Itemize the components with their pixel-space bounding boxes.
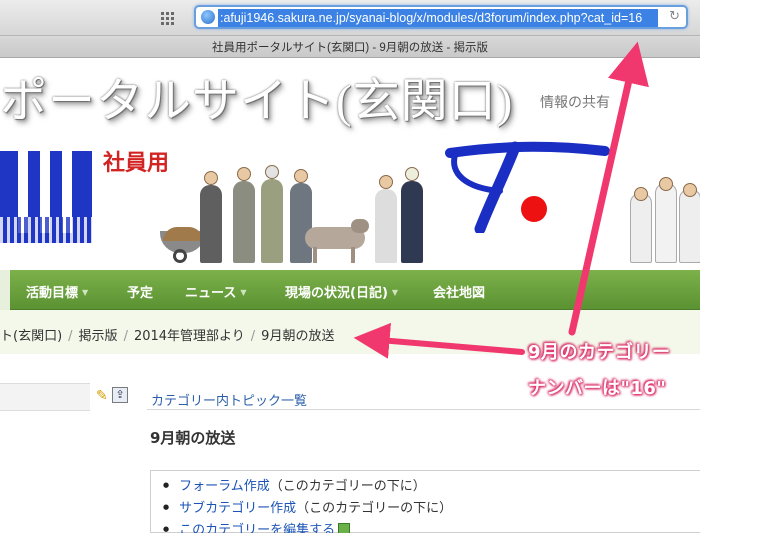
list-item: このカテゴリーを編集する [163, 519, 700, 533]
sidebar-block [0, 383, 90, 411]
site-header: ポータルサイト(玄関口) 情報の共有 [0, 58, 700, 133]
canvas-margin [700, 0, 770, 533]
breadcrumb-current: 9月朝の放送 [261, 329, 335, 344]
site-tagline: 情報の共有 [540, 95, 610, 111]
breadcrumb-separator: / [123, 329, 128, 344]
nav-item-news[interactable]: ニュース ▼ [185, 282, 247, 301]
list-item: フォーラム作成（このカテゴリーの下に） [163, 475, 700, 497]
create-forum-link[interactable]: フォーラム作成 [179, 479, 270, 494]
runners-illustration [625, 173, 700, 263]
nav-item-goals[interactable]: 活動目標 ▼ [26, 282, 88, 301]
nav-item-schedule[interactable]: 予定 [127, 282, 153, 301]
nav-item-site-diary[interactable]: 現場の状況(日記) ▼ [285, 282, 398, 301]
url-text[interactable]: :afuji1946.sakura.ne.jp/syanai-blog/x/mo… [218, 9, 658, 27]
nav-item-company-map[interactable]: 会社地図 [433, 282, 485, 301]
action-note: （このカテゴリーの下に） [269, 479, 426, 494]
breadcrumb-separator: / [68, 329, 73, 344]
nav-home-edge[interactable] [0, 270, 10, 310]
breadcrumb-board[interactable]: 掲示版 [79, 329, 118, 344]
upload-icon[interactable]: ⇪ [112, 387, 128, 403]
divider [147, 409, 700, 410]
browser-window: :afuji1946.sakura.ne.jp/syanai-blog/x/mo… [0, 0, 700, 533]
banner: 社員用 [0, 133, 700, 263]
edit-icon[interactable] [338, 523, 351, 533]
red-dot [521, 196, 547, 222]
annotation-line-2: ナンバーは"16" [528, 378, 667, 399]
chevron-down-icon: ▼ [82, 288, 89, 297]
pencil-icon[interactable]: ✎ [96, 388, 112, 404]
breadcrumb-separator: / [250, 329, 256, 344]
block-edit-tools: ✎ ⇪ [96, 386, 132, 406]
breadcrumb-category-parent[interactable]: 2014年管理部より [134, 329, 245, 344]
browser-toolbar: :afuji1946.sakura.ne.jp/syanai-blog/x/mo… [0, 0, 700, 36]
tab-strip: 社員用ポータルサイト(玄関口) - 9月朝の放送 - 掲示版 [0, 36, 700, 58]
main-nav: 活動目標 ▼ 予定 ニュース ▼ 現場の状況(日記) ▼ 会社地図 [0, 270, 700, 310]
list-item: サブカテゴリー作成（このカテゴリーの下に） [163, 497, 700, 519]
category-actions: フォーラム作成（このカテゴリーの下に） サブカテゴリー作成（このカテゴリーの下に… [150, 470, 700, 533]
company-logo[interactable] [0, 151, 92, 243]
category-title: 9月朝の放送 [150, 429, 236, 447]
tab-title[interactable]: 社員用ポータルサイト(玄関口) - 9月朝の放送 - 掲示版 [0, 39, 700, 55]
chevron-down-icon: ▼ [240, 288, 247, 297]
action-note: （このカテゴリーの下に） [296, 501, 453, 516]
breadcrumb-portal[interactable]: ト(玄関口) [0, 329, 62, 344]
site-title: ポータルサイト(玄関口) [0, 76, 514, 128]
edit-category-link[interactable]: このカテゴリーを編集する [179, 523, 335, 533]
globe-icon [201, 10, 215, 24]
grid-icon[interactable] [161, 12, 175, 25]
create-subcategory-link[interactable]: サブカテゴリー作成 [179, 501, 296, 516]
address-bar[interactable]: :afuji1946.sakura.ne.jp/syanai-blog/x/mo… [194, 5, 688, 29]
annotation-line-1: 9月のカテゴリー [528, 342, 671, 363]
reload-icon[interactable]: ↻ [669, 10, 680, 24]
topics-list-link[interactable]: カテゴリー内トピック一覧 [151, 390, 307, 409]
chevron-down-icon: ▼ [391, 288, 399, 297]
workers-illustration [155, 163, 435, 263]
